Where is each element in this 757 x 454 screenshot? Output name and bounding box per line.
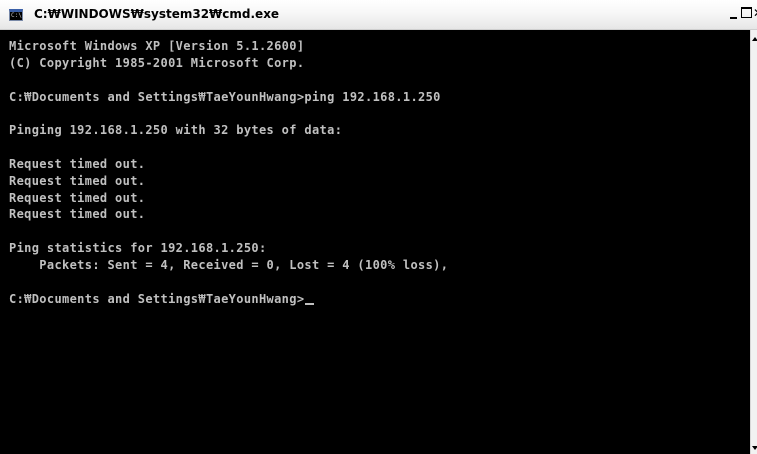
console-line: Request timed out.	[9, 173, 146, 188]
console-line: Microsoft Windows XP [Version 5.1.2600]	[9, 39, 305, 53]
vertical-scrollbar[interactable]	[750, 30, 757, 454]
console-line: (C) Copyright 1985-2001 Microsoft Corp.	[9, 55, 305, 70]
window-title: C:₩WINDOWS₩system32₩cmd.exe	[34, 7, 280, 21]
scroll-up-arrow-icon[interactable]	[752, 37, 757, 41]
title-bar[interactable]: C:\ C:₩WINDOWS₩system32₩cmd.exe ✕	[0, 0, 757, 30]
console-line: Packets: Sent = 4, Received = 0, Lost = …	[9, 257, 449, 272]
console-line: C:₩Documents and Settings₩TaeYounHwang>p…	[9, 89, 441, 104]
console-line: Pinging 192.168.1.250 with 32 bytes of d…	[9, 123, 343, 138]
console-line: Request timed out.	[9, 207, 146, 222]
maximize-button[interactable]	[741, 7, 752, 18]
console-line: Ping statistics for 192.168.1.250:	[9, 241, 267, 256]
cmd-window: C:\ C:₩WINDOWS₩system32₩cmd.exe ✕ Micros…	[0, 0, 757, 454]
minimize-button[interactable]	[728, 7, 740, 21]
close-button[interactable]: ✕	[753, 6, 757, 20]
cmd-icon[interactable]: C:\	[9, 9, 23, 21]
scroll-down-arrow-icon[interactable]	[752, 446, 757, 450]
prompt-line[interactable]: C:₩Documents and Settings₩TaeYounHwang>	[9, 291, 745, 308]
text-cursor	[305, 302, 315, 305]
prompt-text: C:₩Documents and Settings₩TaeYounHwang>	[9, 291, 305, 306]
console-line: Request timed out.	[9, 190, 146, 205]
console-output[interactable]: Microsoft Windows XP [Version 5.1.2600] …	[9, 38, 745, 454]
console-line: Request timed out.	[9, 156, 146, 171]
